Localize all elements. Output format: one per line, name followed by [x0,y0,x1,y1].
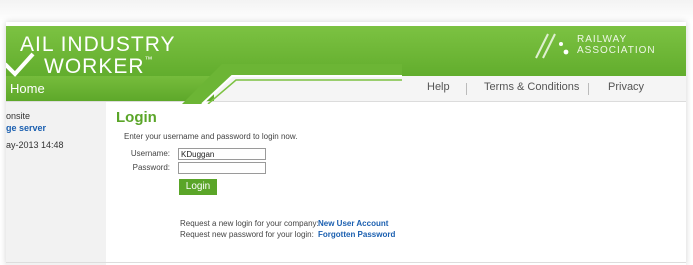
association-line-1: RAILWAY [577,34,628,45]
sidebar-timestamp: ay-2013 14:48 [6,140,64,150]
new-login-request-text: Request a new login for your company: [180,219,319,228]
password-input[interactable] [178,162,266,174]
left-sidebar: onsite ge server ay-2013 14:48 [6,102,106,265]
railway-association-logo: RAILWAY ASSOCIATION [534,28,674,66]
new-user-account-link[interactable]: New User Account [318,219,388,228]
association-line-2: ASSOCIATION [577,45,656,56]
login-title: Login [116,109,157,126]
brand-line-2: WORKER™ [44,55,154,78]
username-input[interactable] [178,148,266,160]
home-tab-label[interactable]: Home [10,81,45,96]
username-label: Username: [130,149,170,158]
header-swoosh [182,64,402,104]
password-label: Password: [132,163,170,172]
sidebar-site-label: onsite [6,111,31,121]
sidebar-server-link[interactable]: ge server [6,123,46,133]
check-mark-icon [6,52,35,77]
nav-help-link[interactable]: Help [427,81,450,93]
nav-terms-link[interactable]: Terms & Conditions [484,81,579,93]
rail-industry-worker-logo: AIL INDUSTRY WORKER™ [6,26,200,78]
trademark-symbol: ™ [144,55,154,64]
brand-line-1: AIL INDUSTRY [20,33,176,56]
rail-stripes-icon [535,33,569,59]
nav-privacy-link[interactable]: Privacy [608,81,644,93]
nav-divider [588,83,589,95]
login-instructions: Enter your username and password to logi… [124,132,298,141]
brand-worker-text: WORKER [44,55,145,78]
association-name: RAILWAY ASSOCIATION [577,34,656,56]
forgotten-password-link[interactable]: Forgotten Password [318,230,395,239]
footer-divider [6,262,686,263]
new-password-request-text: Request new password for your login: [180,230,314,239]
browser-viewport: AIL INDUSTRY WORKER™ RAILWAY ASSOCIATION… [6,22,686,265]
login-button[interactable]: Login [179,179,217,195]
nav-divider [466,83,467,95]
page-background [0,0,693,22]
